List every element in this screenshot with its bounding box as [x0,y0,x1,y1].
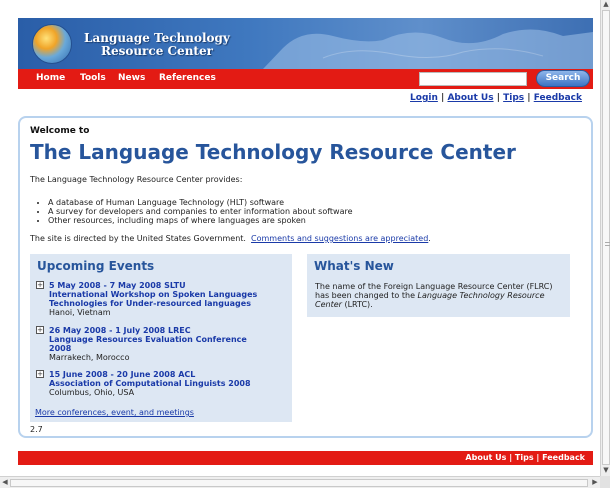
event-name[interactable]: Language Resources Evaluation Conference… [49,335,249,353]
scrollbar-corner [600,476,610,488]
expand-icon[interactable]: + [36,326,44,334]
event-name[interactable]: International Workshop on Spoken Languag… [49,290,279,308]
about-us-link[interactable]: About Us [447,93,493,103]
separator: | [506,453,515,462]
list-item: Other resources, including maps of where… [48,216,353,225]
event-place: Hanoi, Vietnam [49,308,111,317]
feedback-link[interactable]: Feedback [534,93,582,103]
directed-period: . [428,234,431,243]
site-title-line2: Resource Center [100,44,213,58]
separator: | [533,453,543,462]
event-dates[interactable]: 15 June 2008 - 20 June 2008 ACL [49,370,195,379]
directed-by-text: The site is directed by the United State… [30,234,431,243]
intro-text: The Language Technology Resource Center … [30,175,243,184]
footer-feedback-link[interactable]: Feedback [542,453,585,462]
search-button[interactable]: Search [536,70,590,87]
comments-link[interactable]: Comments and suggestions are appreciated [251,234,428,243]
separator: | [493,93,504,103]
whats-new-heading: What's New [314,259,394,273]
footer-tips-link[interactable]: Tips [515,453,534,462]
event-place: Marrakech, Morocco [49,353,130,362]
whats-new-text-part: (LRTC). [341,300,373,309]
list-item: A survey for developers and companies to… [48,207,353,216]
whats-new-panel: What's New The name of the Foreign Langu… [307,254,570,317]
version-label: 2.7 [30,425,43,434]
scroll-left-icon[interactable]: ◀ [0,478,10,486]
main-content-box: Welcome to The Language Technology Resou… [18,116,593,438]
login-link[interactable]: Login [410,93,438,103]
browser-viewport: Language Technology Resource Center Home… [0,0,600,476]
event-dates[interactable]: 5 May 2008 - 7 May 2008 SLTU [49,281,186,290]
nav-home[interactable]: Home [36,73,65,83]
scroll-down-icon[interactable]: ▼ [601,466,610,474]
scroll-up-icon[interactable]: ▲ [601,0,610,8]
scroll-right-icon[interactable]: ▶ [590,478,600,486]
event-dates[interactable]: 26 May 2008 - 1 July 2008 LREC [49,326,191,335]
nav-news[interactable]: News [118,73,145,83]
header-banner: Language Technology Resource Center [18,18,593,69]
upcoming-events-panel: Upcoming Events + 5 May 2008 - 7 May 200… [30,254,292,422]
footer-links: About Us | Tips | Feedback [465,453,585,462]
event-name[interactable]: Association of Computational Linguists 2… [49,379,279,388]
nav-tools[interactable]: Tools [80,73,106,83]
utility-links: Login | About Us | Tips | Feedback [410,93,582,103]
page-title: The Language Technology Resource Center [30,140,516,164]
features-list: A database of Human Language Technology … [48,198,353,225]
vertical-scroll-thumb[interactable] [602,10,610,465]
search-input[interactable] [419,72,527,86]
expand-icon[interactable]: + [36,370,44,378]
horizontal-scrollbar[interactable]: ◀ ▶ [0,476,600,488]
grip-icon [605,242,610,246]
main-nav-bar: Home Tools News References Search [18,69,593,89]
welcome-label: Welcome to [30,126,90,136]
list-item: A database of Human Language Technology … [48,198,353,207]
whats-new-text: The name of the Foreign Language Resourc… [315,282,563,309]
site-logo-title[interactable]: Language Technology Resource Center [84,32,230,58]
nav-references[interactable]: References [159,73,216,83]
vertical-scrollbar[interactable]: ▲ ▼ [600,0,610,476]
footer-about-link[interactable]: About Us [465,453,506,462]
separator: | [524,93,534,103]
expand-icon[interactable]: + [36,281,44,289]
tips-link[interactable]: Tips [503,93,524,103]
more-events-link[interactable]: More conferences, event, and meetings [35,408,194,417]
events-heading: Upcoming Events [37,259,155,273]
world-map-graphic [263,29,593,69]
directed-label: The site is directed by the United State… [30,234,246,243]
horizontal-scroll-thumb[interactable] [10,479,588,487]
event-place: Columbus, Ohio, USA [49,388,135,397]
footer-bar: About Us | Tips | Feedback [18,451,593,465]
globe-logo-icon[interactable] [32,24,72,64]
